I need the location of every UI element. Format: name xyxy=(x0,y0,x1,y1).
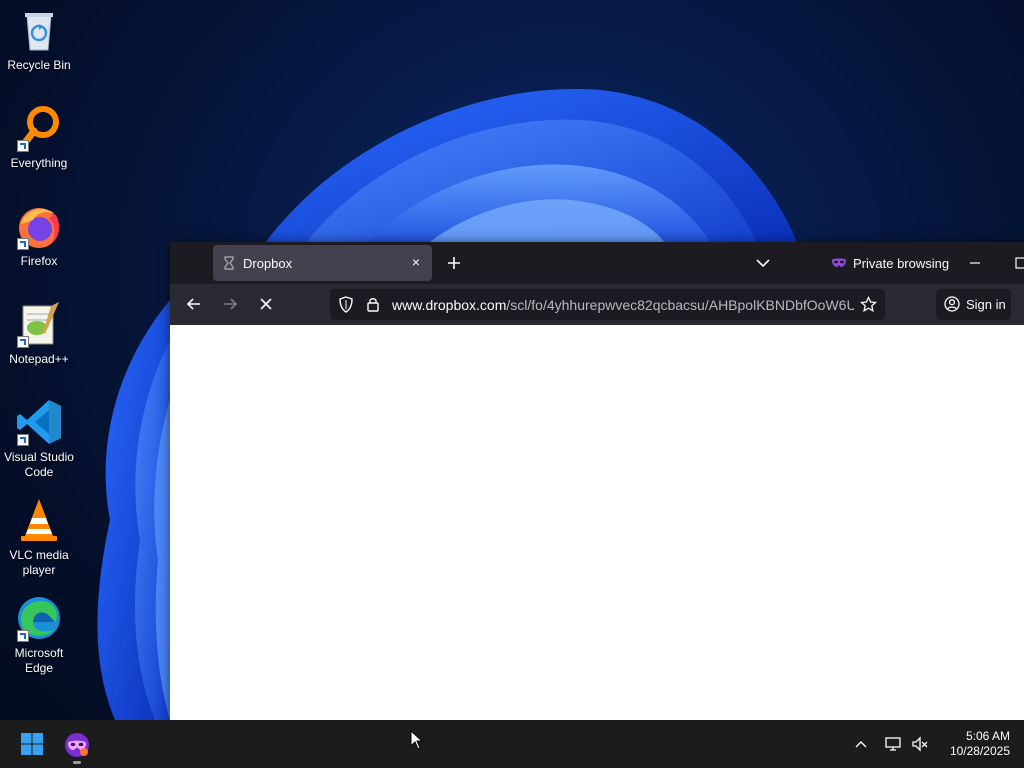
tab-bar: Dropbox × Private browsing xyxy=(170,242,1024,284)
network-icon[interactable] xyxy=(884,735,902,753)
url-text[interactable]: www.dropbox.com/scl/fo/4yhhurepwvec82qcb… xyxy=(392,297,854,313)
private-browsing-mask-icon xyxy=(832,258,846,267)
desktop-icon-vlc[interactable]: VLC media player xyxy=(0,496,78,578)
system-clock[interactable]: 5:06 AM 10/28/2025 xyxy=(938,729,1010,759)
address-bar[interactable]: www.dropbox.com/scl/fo/4yhhurepwvec82qcb… xyxy=(330,289,885,320)
shortcut-arrow-icon xyxy=(17,336,29,348)
vscode-icon xyxy=(15,398,63,446)
desktop-icon-label: Visual Studio Code xyxy=(4,450,74,479)
desktop: Recycle Bin Everything Firefox Notepad++… xyxy=(0,0,1024,768)
clock-time: 5:06 AM xyxy=(965,729,1010,743)
clock-date: 10/28/2025 xyxy=(949,744,1010,758)
vlc-icon xyxy=(15,496,63,544)
shortcut-arrow-icon xyxy=(17,140,29,152)
shortcut-arrow-icon xyxy=(17,630,29,642)
back-arrow-icon[interactable] xyxy=(184,294,204,314)
stop-loading-icon[interactable] xyxy=(256,294,276,314)
tab-title: Dropbox xyxy=(243,256,293,271)
recycle-bin-icon xyxy=(15,6,63,54)
desktop-icon-edge[interactable]: Microsoft Edge xyxy=(0,594,78,676)
navigation-toolbar: www.dropbox.com/scl/fo/4yhhurepwvec82qcb… xyxy=(170,284,1024,325)
firefox-icon xyxy=(15,202,63,250)
lock-icon[interactable] xyxy=(366,296,380,313)
volume-muted-icon[interactable] xyxy=(911,735,929,753)
edge-icon xyxy=(15,594,63,642)
tracking-protection-shield-icon[interactable] xyxy=(338,296,354,313)
firefox-private-window: Dropbox × Private browsing www.dropbox.c… xyxy=(170,242,1024,720)
tab-dropbox[interactable]: Dropbox × xyxy=(213,245,432,281)
url-path: /scl/fo/4yhhurepwvec82qcbacsu/AHBpolKBND… xyxy=(506,297,854,313)
sign-in-button[interactable]: Sign in xyxy=(936,289,1011,320)
maximize-icon[interactable] xyxy=(1012,254,1024,272)
private-browsing-label: Private browsing xyxy=(853,256,950,271)
firefox-private-taskbar-icon[interactable] xyxy=(64,732,90,758)
chevron-down-icon[interactable] xyxy=(754,254,772,272)
desktop-icon-label: VLC media player xyxy=(9,548,69,577)
minimize-icon[interactable] xyxy=(965,254,985,272)
desktop-icon-vscode[interactable]: Visual Studio Code xyxy=(0,398,78,480)
everything-search-icon xyxy=(15,104,63,152)
desktop-icon-label: Recycle Bin xyxy=(7,58,71,72)
tab-close-icon[interactable]: × xyxy=(408,254,424,270)
running-indicator xyxy=(73,761,81,764)
account-icon xyxy=(944,296,960,312)
taskbar: 5:06 AM 10/28/2025 xyxy=(0,720,1024,768)
bookmark-star-icon[interactable] xyxy=(860,296,877,313)
desktop-icon-label: Firefox xyxy=(20,254,58,268)
forward-arrow-icon[interactable] xyxy=(220,294,240,314)
show-hidden-icons-chevron-icon[interactable] xyxy=(853,736,869,752)
shortcut-arrow-icon xyxy=(17,434,29,446)
new-tab-icon[interactable] xyxy=(444,253,464,273)
hourglass-loading-icon xyxy=(224,256,234,270)
desktop-icon-label: Notepad++ xyxy=(9,352,69,366)
desktop-icon-label: Everything xyxy=(10,156,68,170)
desktop-icon-label: Microsoft Edge xyxy=(14,646,64,675)
desktop-icon-recycle-bin[interactable]: Recycle Bin xyxy=(0,6,78,73)
sign-in-label: Sign in xyxy=(966,297,1006,312)
notepad-plus-plus-icon xyxy=(15,300,63,348)
desktop-icon-everything[interactable]: Everything xyxy=(0,104,78,171)
mouse-pointer-icon xyxy=(410,730,424,750)
url-domain: www.dropbox.com xyxy=(392,297,507,313)
desktop-icon-notepad-plus-plus[interactable]: Notepad++ xyxy=(0,300,78,367)
desktop-icon-firefox[interactable]: Firefox xyxy=(0,202,78,269)
shortcut-arrow-icon xyxy=(17,238,29,250)
windows-start-icon[interactable] xyxy=(20,732,44,756)
page-content-loading[interactable] xyxy=(170,325,1024,720)
